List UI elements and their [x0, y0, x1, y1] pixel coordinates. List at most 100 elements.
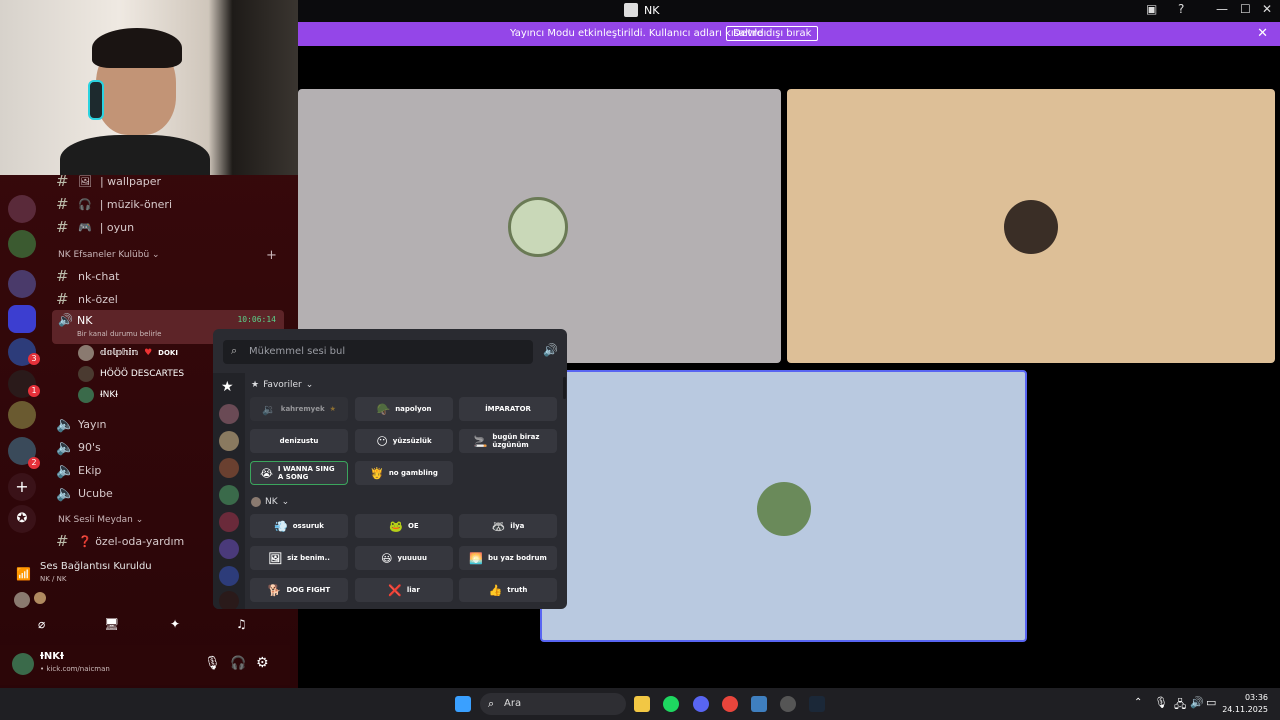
guild-icon[interactable] — [219, 431, 239, 451]
discord-icon[interactable] — [693, 696, 709, 712]
guild-icon[interactable] — [219, 512, 239, 532]
channel-status[interactable]: Bir kanal durumu belirle — [77, 330, 161, 338]
server-icon[interactable] — [8, 270, 36, 298]
maximize-button[interactable]: ☐ — [1240, 2, 1251, 16]
steam-icon[interactable] — [809, 696, 825, 712]
guild-icon[interactable] — [219, 539, 239, 559]
server-icon[interactable] — [8, 230, 36, 258]
app-icon[interactable] — [751, 696, 767, 712]
sound-button[interactable]: 😭 I WANNA SING A SONG — [250, 461, 348, 485]
sound-emoji: 🚬 — [473, 434, 488, 448]
volume-icon[interactable]: 🔊 — [1190, 696, 1204, 709]
scrollbar[interactable] — [563, 377, 566, 399]
close-icon[interactable]: ✕ — [1257, 26, 1268, 41]
server-icon[interactable] — [8, 305, 36, 333]
category-nk-efsaneler[interactable]: NK Efsaneler Kulübü ⌄ — [58, 250, 160, 260]
channel-ozel-oda-yardim[interactable]: # ❓ özel-oda-yardım — [56, 532, 184, 550]
voice-sub[interactable]: NK / NK — [40, 575, 66, 583]
server-icon[interactable] — [8, 401, 36, 429]
sound-emoji: 😭 — [260, 466, 273, 480]
voice-user[interactable]: HÖÖÖ DESCARTES — [78, 366, 184, 382]
sound-button[interactable]: 🚬 bugün biraz üzgünüm — [459, 429, 557, 453]
microphone-icon[interactable]: 🎙 — [1154, 696, 1168, 709]
avatar[interactable] — [12, 653, 34, 675]
disable-button[interactable]: Devre dışı bırak — [726, 26, 819, 41]
channel-oyun[interactable]: # 🎮 | oyun — [56, 218, 134, 236]
channel-muzik-oneri[interactable]: # 🎧 | müzik-öneri — [56, 195, 172, 213]
star-icon[interactable]: ★ — [330, 405, 336, 413]
sound-button[interactable]: denizustu — [250, 429, 348, 453]
sound-button[interactable]: 🐕 DOG FIGHT — [250, 578, 348, 602]
windows-start-icon[interactable] — [455, 696, 471, 712]
taskbar: ⌕ Ara ⌃ 🎙 🖧 🔊 ▭ 03:36 24.11.2025 — [0, 688, 1280, 720]
sound-button[interactable]: 🖼 siz benim.. — [250, 546, 348, 570]
add-channel-icon[interactable]: + — [266, 248, 277, 263]
headphones-icon[interactable]: 🎧 — [230, 656, 246, 671]
video-tile-speaking[interactable] — [540, 370, 1027, 642]
guild-icon — [251, 497, 261, 507]
battery-icon[interactable]: ▭ — [1206, 696, 1216, 709]
guild-icon[interactable] — [219, 566, 239, 586]
discover-icon[interactable]: ✪ — [8, 505, 36, 533]
activities-icon[interactable]: ✦ — [170, 617, 180, 631]
avatar — [34, 592, 46, 604]
voice-user[interactable]: 𝕕𝕠𝕝𝕡𝕙𝕚𝕟 ♥ DOKI — [78, 345, 178, 361]
voice-channel-ucube[interactable]: 🔈 Ucube — [56, 484, 113, 502]
server-logo-icon — [624, 3, 638, 17]
add-server-icon[interactable]: + — [8, 473, 36, 501]
sound-button[interactable]: 🦝 ilya — [459, 514, 557, 538]
settings-gear-icon[interactable]: ⚙ — [256, 655, 269, 671]
sound-button[interactable]: 😶 yüzsüzlük — [355, 429, 453, 453]
sound-button[interactable]: 🔉 kahremyek ★ — [250, 397, 348, 421]
sound-button[interactable]: 😃 yuuuuu — [355, 546, 453, 570]
video-tile[interactable] — [787, 89, 1275, 363]
minimize-button[interactable]: — — [1216, 2, 1228, 16]
chevron-up-icon[interactable]: ⌃ — [1134, 697, 1142, 708]
volume-icon[interactable]: 🔊 — [543, 343, 558, 357]
speaker-icon: 🔊 — [58, 313, 73, 327]
clock[interactable]: 03:36 24.11.2025 — [1222, 692, 1268, 716]
guild-icon[interactable] — [219, 485, 239, 505]
sound-button[interactable]: 👍 truth — [459, 578, 557, 602]
voice-status: Ses Bağlantısı Kuruldu — [40, 561, 152, 572]
voice-channel-90s[interactable]: 🔈 90's — [56, 438, 101, 456]
camera-off-icon[interactable]: ⌀ — [38, 617, 45, 631]
voice-channel-yayin[interactable]: 🔈 Yayın — [56, 415, 106, 433]
sound-button[interactable]: İMPARATOR — [459, 397, 557, 421]
screen-share-icon[interactable]: 🖥 — [104, 617, 119, 631]
sound-label: yuuuuu — [397, 554, 427, 562]
spotify-icon[interactable] — [663, 696, 679, 712]
file-explorer-icon[interactable] — [634, 696, 650, 712]
channel-nk-chat[interactable]: # nk-chat — [56, 267, 119, 285]
category-nk-sesli-meydan[interactable]: NK Sesli Meydan ⌄ — [58, 515, 143, 525]
sound-button[interactable]: 🪖 napolyon — [355, 397, 453, 421]
sound-button[interactable]: 🐸 OE — [355, 514, 453, 538]
video-tile[interactable] — [298, 89, 781, 363]
network-icon[interactable]: 🖧 — [1174, 696, 1186, 715]
taskbar-search[interactable]: ⌕ Ara — [480, 693, 626, 715]
guild-icon[interactable] — [219, 458, 239, 478]
voice-channel-ekip[interactable]: 🔈 Ekip — [56, 461, 101, 479]
channel-wallpaper[interactable]: # 🖼 | wallpaper — [56, 172, 161, 190]
nk-section-header[interactable]: NK ⌄ — [251, 497, 289, 507]
sound-button[interactable]: 💨 ossuruk — [250, 514, 348, 538]
star-icon[interactable]: ★ — [221, 379, 234, 395]
microphone-icon[interactable]: 🎙 — [204, 656, 221, 671]
help-icon[interactable]: ? — [1178, 2, 1184, 16]
sound-button[interactable]: ❌ liar — [355, 578, 453, 602]
favorites-header[interactable]: ★ Favoriler ⌄ — [251, 380, 313, 390]
chrome-icon[interactable] — [722, 696, 738, 712]
search-input[interactable]: ⌕ Mükemmel sesi bul — [223, 340, 533, 364]
voice-user[interactable]: ƗNKƗ — [78, 387, 118, 403]
channel-label: nk-chat — [78, 269, 120, 283]
soundboard-icon[interactable]: ♫ — [236, 617, 247, 631]
sound-button[interactable]: 🌅 bu yaz bodrum — [459, 546, 557, 570]
guild-icon[interactable] — [219, 404, 239, 424]
close-window-button[interactable]: ✕ — [1262, 2, 1272, 16]
server-icon[interactable] — [8, 195, 36, 223]
sound-button[interactable]: 🫅 no gambling — [355, 461, 453, 485]
channel-nk-ozel[interactable]: # nk-özel — [56, 290, 118, 308]
app-icon[interactable] — [780, 696, 796, 712]
inbox-icon[interactable]: ▣ — [1146, 2, 1157, 16]
guild-icon[interactable] — [219, 591, 239, 609]
